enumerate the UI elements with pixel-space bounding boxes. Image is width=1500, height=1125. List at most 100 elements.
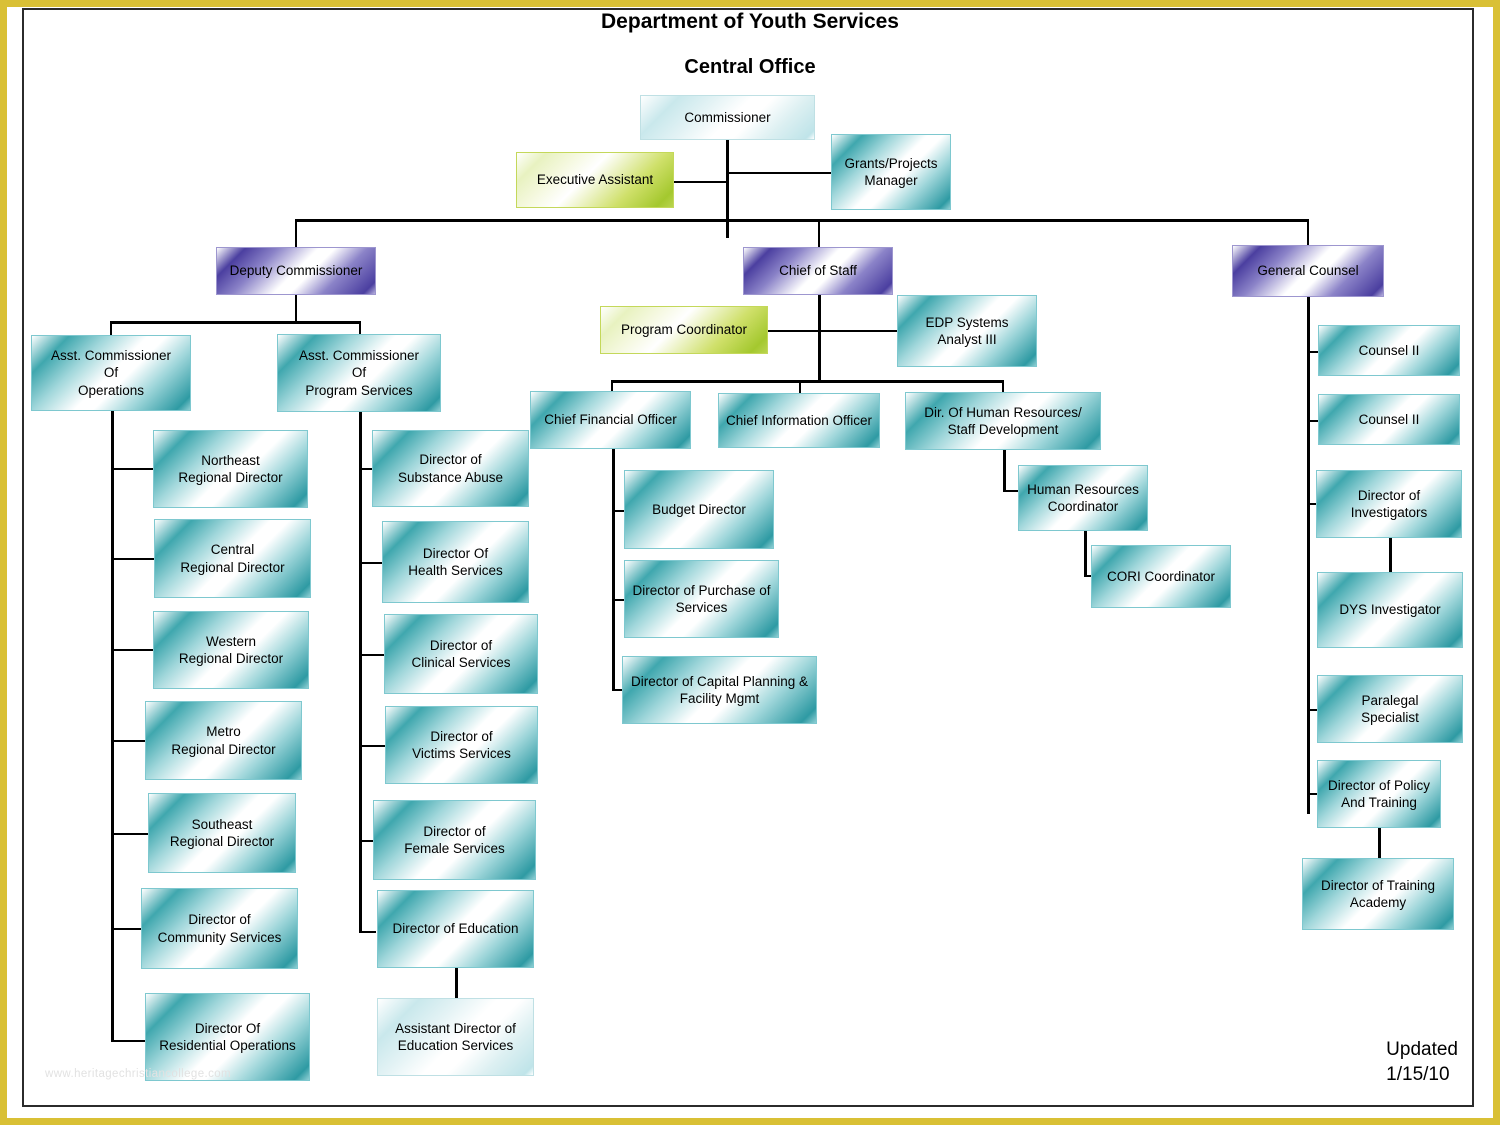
node-program-coordinator[interactable]: Program Coordinator [600, 306, 768, 354]
page-title: Department of Youth Services [601, 10, 899, 33]
node-label: Commissioner [684, 109, 771, 125]
connector-program-coordinator [768, 330, 820, 332]
page-subtitle: Central Office [684, 56, 816, 78]
node-dir-human-resources[interactable]: Dir. Of Human Resources/ Staff Developme… [905, 392, 1101, 450]
node-deputy-commissioner[interactable]: Deputy Commissioner [216, 247, 376, 295]
node-director-clinical-services[interactable]: Director of Clinical Services [384, 614, 538, 694]
node-label: Assistant Director of Education Services [395, 1020, 516, 1053]
connector-op-stub-1 [111, 468, 155, 470]
node-chief-of-staff[interactable]: Chief of Staff [743, 247, 893, 295]
connector-deputy-trunk [295, 294, 297, 322]
connector-chief-of-staff-trunk [818, 294, 821, 382]
node-label: Chief of Staff [779, 263, 857, 279]
node-label: Northeast Regional Director [178, 452, 283, 485]
node-label: Western Regional Director [178, 633, 284, 666]
node-central-regional-director[interactable]: Central Regional Director [154, 519, 311, 598]
node-counsel-ii-2[interactable]: Counsel II [1318, 394, 1460, 445]
node-director-policy-and-training[interactable]: Director of Policy And Training [1317, 760, 1441, 828]
node-director-health-services[interactable]: Director Of Health Services [382, 521, 529, 603]
connector-ps-stub-1 [359, 468, 373, 470]
connector-grants-manager [726, 172, 832, 174]
connector-chief-of-staff-bus [611, 380, 1003, 383]
node-label: Central Regional Director [180, 542, 285, 575]
node-label: Director of Community Services [157, 912, 282, 945]
node-label: Counsel II [1358, 342, 1420, 358]
node-director-female-services[interactable]: Director of Female Services [373, 800, 536, 880]
connector-level1-bus [295, 219, 1308, 222]
node-label: Asst. Commissioner Of Program Services [298, 348, 420, 398]
node-human-resources-coordinator[interactable]: Human Resources Coordinator [1018, 465, 1148, 531]
connector-general-counsel-drop [1307, 219, 1309, 247]
connector-hr-stub [1003, 490, 1019, 492]
node-chief-information-officer[interactable]: Chief Information Officer [718, 393, 880, 448]
node-director-training-academy[interactable]: Director of Training Academy [1302, 858, 1454, 930]
node-director-purchase-of-services[interactable]: Director of Purchase of Services [624, 560, 779, 638]
node-director-community-services[interactable]: Director of Community Services [141, 888, 298, 969]
node-budget-director[interactable]: Budget Director [624, 470, 774, 549]
node-label: Paralegal Specialist [1361, 692, 1419, 725]
node-label: General Counsel [1257, 263, 1359, 279]
node-director-education[interactable]: Director of Education [377, 890, 534, 968]
connector-ps-stub-5 [359, 840, 373, 842]
connector-edp-analyst [818, 330, 898, 332]
node-edp-systems-analyst[interactable]: EDP Systems Analyst III [897, 295, 1037, 367]
node-label: Director of Investigators [1350, 487, 1428, 520]
node-label: Director of Victims Services [412, 728, 511, 761]
node-label: Grants/Projects Manager [844, 155, 938, 188]
node-label: Director Of Health Services [408, 545, 503, 578]
node-dys-investigator[interactable]: DYS Investigator [1317, 572, 1463, 648]
connector-cio-drop [799, 380, 801, 393]
updated-label: Updated [1386, 1039, 1458, 1060]
connector-ps-stub-6 [359, 931, 376, 933]
node-label: Asst. Commissioner Of Operations [50, 348, 172, 398]
connector-op-stub-2 [111, 558, 155, 560]
node-director-capital-planning[interactable]: Director of Capital Planning & Facility … [622, 656, 817, 724]
updated-date: 1/15/10 [1386, 1063, 1450, 1085]
node-label: Human Resources Coordinator [1027, 481, 1139, 514]
connector-commissioner-trunk [726, 138, 729, 238]
node-label: EDP Systems Analyst III [925, 314, 1009, 347]
node-label: Chief Information Officer [725, 412, 873, 428]
node-asst-commissioner-operations[interactable]: Asst. Commissioner Of Operations [31, 335, 191, 411]
node-metro-regional-director[interactable]: Metro Regional Director [145, 701, 302, 780]
connector-op-stub-3 [111, 649, 155, 651]
connector-ps-stub-2 [359, 562, 383, 564]
node-cori-coordinator[interactable]: CORI Coordinator [1091, 545, 1231, 608]
node-label: Counsel II [1358, 411, 1420, 427]
node-counsel-ii-1[interactable]: Counsel II [1318, 325, 1460, 376]
node-asst-commissioner-program-services[interactable]: Asst. Commissioner Of Program Services [277, 334, 441, 412]
connector-ps-stub-4 [359, 745, 385, 747]
node-assistant-director-education-services[interactable]: Assistant Director of Education Services [377, 998, 534, 1076]
node-commissioner[interactable]: Commissioner [640, 95, 815, 140]
node-label: Southeast Regional Director [169, 816, 275, 849]
connector-ps-stub-3 [359, 654, 385, 656]
node-western-regional-director[interactable]: Western Regional Director [153, 611, 309, 689]
node-label: Program Coordinator [620, 322, 748, 338]
watermark-text: www.heritagechristiancollege.com [45, 1068, 232, 1080]
node-label: Director of Training Academy [1320, 877, 1436, 910]
node-chief-financial-officer[interactable]: Chief Financial Officer [530, 391, 691, 449]
connector-op-stub-6 [111, 928, 141, 930]
node-director-substance-abuse[interactable]: Director of Substance Abuse [372, 430, 529, 507]
node-paralegal-specialist[interactable]: Paralegal Specialist [1317, 675, 1463, 743]
connector-investigators-to-dys [1389, 538, 1392, 572]
connector-hr-spine [1003, 448, 1006, 492]
connector-op-stub-4 [111, 740, 145, 742]
node-grants-projects-manager[interactable]: Grants/Projects Manager [831, 134, 951, 210]
connector-op-stub-7 [111, 1040, 145, 1042]
node-label: Director of Policy And Training [1327, 777, 1431, 810]
node-southeast-regional-director[interactable]: Southeast Regional Director [148, 793, 296, 873]
connector-program-spine [359, 410, 362, 932]
org-chart-canvas: Department of Youth Services Central Off… [0, 0, 1500, 1125]
node-executive-assistant[interactable]: Executive Assistant [516, 152, 674, 208]
node-label: Metro Regional Director [171, 724, 276, 757]
node-northeast-regional-director[interactable]: Northeast Regional Director [153, 430, 308, 508]
node-label: Director of Purchase of Services [632, 582, 771, 615]
node-label: Director of Education [392, 921, 519, 937]
connector-asst-ops-drop [110, 321, 112, 336]
connector-counsel-spine [1307, 294, 1310, 814]
node-director-investigators[interactable]: Director of Investigators [1316, 470, 1462, 538]
node-director-victims-services[interactable]: Director of Victims Services [385, 706, 538, 784]
node-label: DYS Investigator [1339, 602, 1441, 618]
node-general-counsel[interactable]: General Counsel [1232, 245, 1384, 297]
